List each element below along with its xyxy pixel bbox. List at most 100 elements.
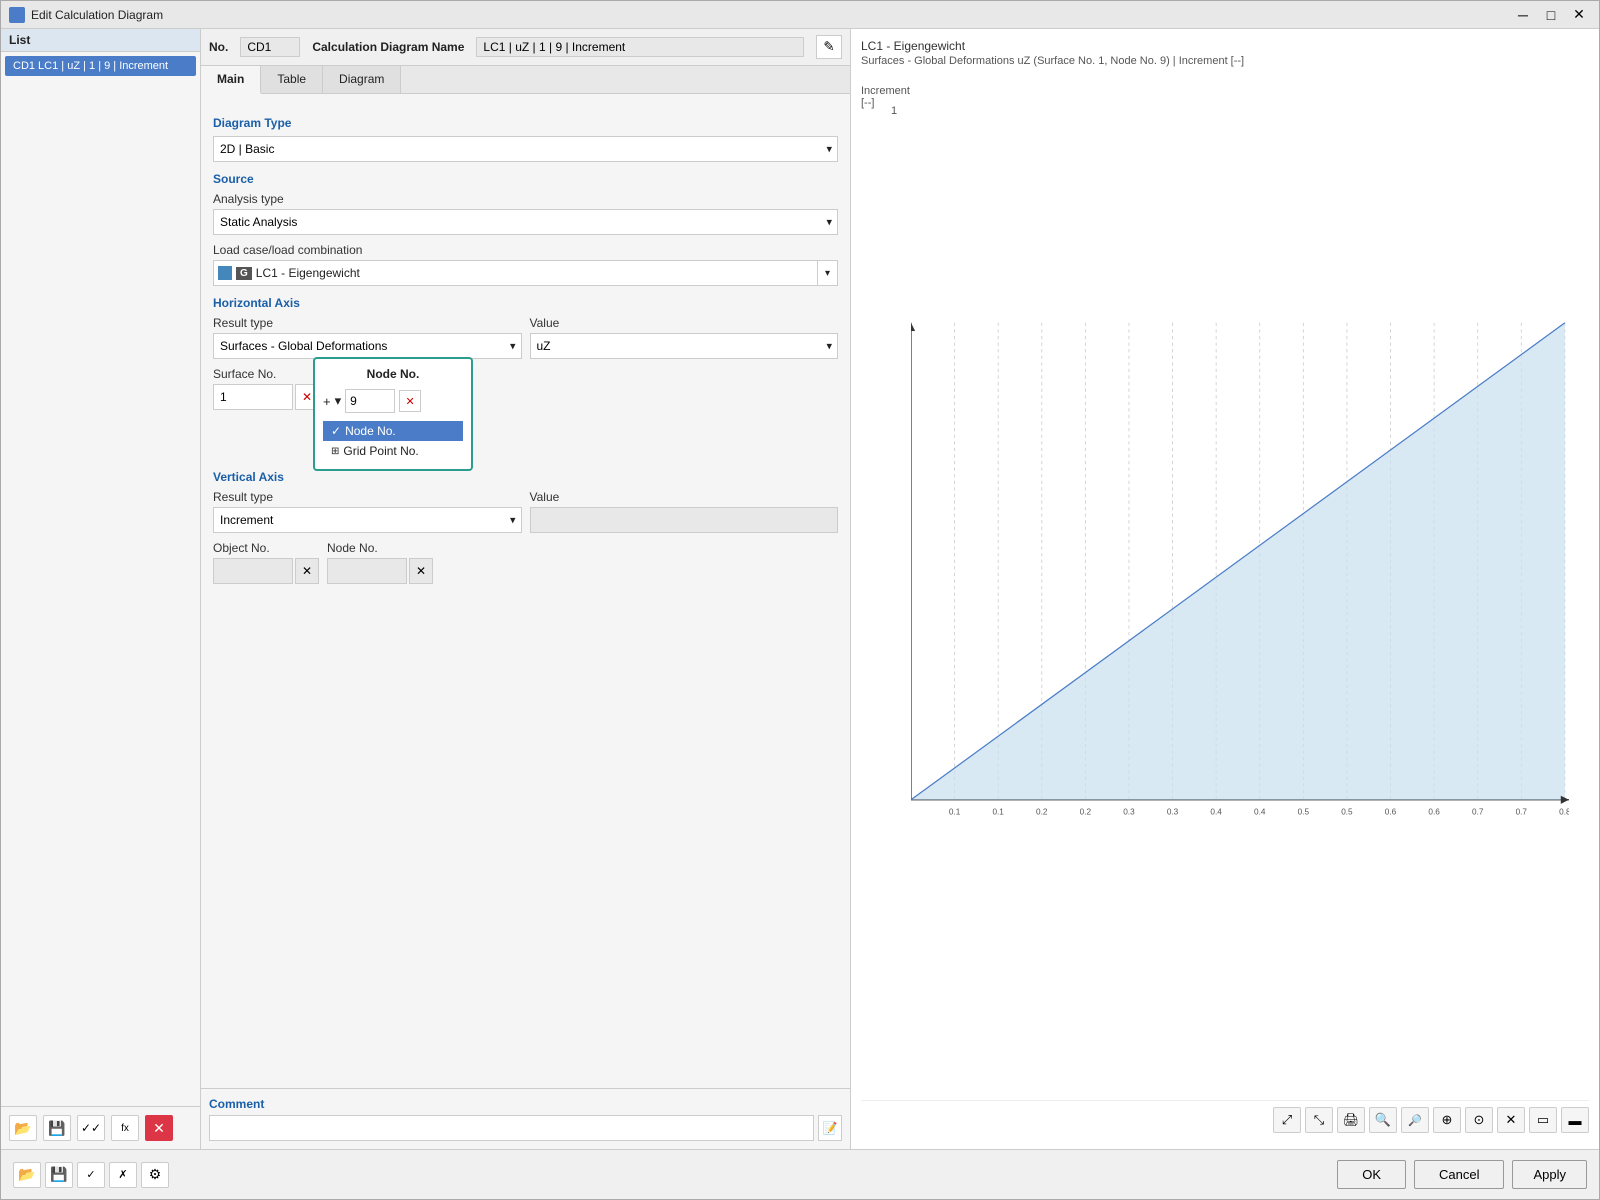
y-tick-1: 1 — [891, 105, 897, 117]
open-file-btn[interactable]: 📂 — [9, 1115, 37, 1141]
diagram-type-group: 2D | Basic 2D | Advanced 3D — [213, 136, 838, 162]
lc-combo[interactable]: G LC1 - Eigengewicht ▾ — [213, 260, 838, 286]
fit-all-btn[interactable]: ⤢ — [1273, 1107, 1301, 1133]
node-picker-btn[interactable]: ✕ — [399, 390, 421, 412]
left-panel: List CD1 LC1 | uZ | 1 | 9 | Increment 📂 … — [1, 29, 201, 1149]
name-label: Calculation Diagram Name — [312, 40, 464, 54]
vertical-axis-title: Vertical Axis — [213, 470, 838, 484]
fit-x-btn2[interactable]: ⤡ — [1305, 1107, 1333, 1133]
left-panel-toolbar: 📂 💾 ✓✓ fx ✕ — [1, 1106, 200, 1149]
result-type-select[interactable]: Surfaces - Global Deformations — [213, 333, 522, 359]
cancel-button[interactable]: Cancel — [1414, 1160, 1504, 1189]
view-1-btn[interactable]: ▭ — [1529, 1107, 1557, 1133]
chart-svg: 0.1 0.1 0.2 0.2 0.3 0.3 0.4 0.4 0.5 0.5 … — [911, 95, 1569, 1044]
svg-text:0.7: 0.7 — [1472, 808, 1484, 817]
save-file-btn[interactable]: 💾 — [43, 1115, 71, 1141]
list-item[interactable]: CD1 LC1 | uZ | 1 | 9 | Increment — [5, 56, 196, 76]
tab-main[interactable]: Main — [201, 66, 261, 94]
comment-label: Comment — [209, 1097, 842, 1111]
result-type-field: Result type Surfaces - Global Deformatio… — [213, 316, 522, 359]
clear-zoom-btn[interactable]: ✕ — [1497, 1107, 1525, 1133]
zoom-in-btn2[interactable]: 🔍 — [1369, 1107, 1397, 1133]
apply-button[interactable]: Apply — [1512, 1160, 1587, 1189]
edit-name-btn[interactable]: ✎ — [816, 35, 842, 59]
tab-diagram[interactable]: Diagram — [323, 66, 401, 93]
zoom-out-btn2[interactable]: 🔎 — [1401, 1107, 1429, 1133]
grid-icon: ⊞ — [331, 446, 339, 457]
main-window: Edit Calculation Diagram ─ □ ✕ List CD1 … — [0, 0, 1600, 1200]
object-no-input — [213, 558, 293, 584]
chart-toolbar: ⤢ ⤡ 🖨 🔍 🔎 ⊕ ⊙ ✕ ▭ ▬ — [861, 1100, 1589, 1139]
no-label: No. — [209, 40, 228, 54]
close-btn[interactable]: ✕ — [1567, 5, 1591, 25]
value-label: Value — [530, 316, 839, 330]
tab-table[interactable]: Table — [261, 66, 323, 93]
delete-btn[interactable]: ✕ — [145, 1115, 173, 1141]
chart-title-2: Surfaces - Global Deformations uZ (Surfa… — [861, 55, 1589, 67]
y-axis-label: Increment [--] — [861, 85, 910, 109]
view-2-btn[interactable]: ▬ — [1561, 1107, 1589, 1133]
node-no-input[interactable] — [345, 389, 395, 413]
bottom-settings-btn[interactable]: ⚙ — [141, 1162, 169, 1188]
print-btn[interactable]: 🖨 — [1337, 1107, 1365, 1133]
info-row: No. CD1 Calculation Diagram Name ✎ — [201, 29, 850, 66]
footer-buttons: OK Cancel Apply — [1337, 1160, 1587, 1189]
object-no-input-group: ✕ — [213, 558, 319, 584]
value-select[interactable]: uZ — [530, 333, 839, 359]
lc-color-box — [218, 266, 232, 280]
grid-point-label: Grid Point No. — [343, 444, 418, 458]
svg-text:0.3: 0.3 — [1167, 808, 1179, 817]
vertical-result-type-select[interactable]: Increment — [213, 507, 522, 533]
node-no-label: Node No. — [345, 424, 396, 438]
node-no-option[interactable]: ✓ Node No. — [323, 421, 463, 441]
main-content: List CD1 LC1 | uZ | 1 | 9 | Increment 📂 … — [1, 29, 1599, 1149]
expand-icon[interactable]: + — [323, 394, 331, 409]
surface-no-label: Surface No. — [213, 367, 319, 381]
minimize-btn[interactable]: ─ — [1511, 5, 1535, 25]
bottom-tools: 📂 💾 ✓ ✗ ⚙ — [13, 1162, 169, 1188]
lc-g-label: G — [236, 267, 252, 280]
formula-btn[interactable]: fx — [111, 1115, 139, 1141]
form-area: Diagram Type 2D | Basic 2D | Advanced 3D… — [201, 94, 850, 1088]
vertical-node-no-field: Node No. ✕ — [327, 541, 433, 584]
list-header: List — [1, 29, 200, 52]
vertical-node-no-label: Node No. — [327, 541, 433, 555]
maximize-btn[interactable]: □ — [1539, 5, 1563, 25]
surface-node-area: Surface No. ✕ Node No. + ▾ — [213, 367, 838, 410]
name-input[interactable] — [476, 37, 804, 57]
lc-group: Load case/load combination G LC1 - Eigen… — [213, 243, 838, 286]
surface-no-input-group: ✕ — [213, 384, 319, 410]
vertical-node-no-input — [327, 558, 407, 584]
vertical-result-group: Result type Increment Value — [213, 490, 838, 533]
comment-edit-btn[interactable]: 📝 — [818, 1115, 842, 1141]
zoom-area-btn2[interactable]: ⊕ — [1433, 1107, 1461, 1133]
comment-input[interactable] — [209, 1115, 814, 1141]
zoom-prev-btn[interactable]: ⊙ — [1465, 1107, 1493, 1133]
lc-dropdown-arrow[interactable]: ▾ — [817, 261, 837, 285]
grid-point-option[interactable]: ⊞ Grid Point No. — [323, 441, 463, 461]
chart-area: Increment [--] 1 — [861, 75, 1589, 1094]
surface-no-input[interactable] — [213, 384, 293, 410]
window-title: Edit Calculation Diagram — [31, 8, 1505, 22]
node-no-check: ✓ — [331, 424, 341, 438]
lc-text: LC1 - Eigengewicht — [256, 266, 360, 280]
check-btn[interactable]: ✓✓ — [77, 1115, 105, 1141]
bottom-uncheck-btn[interactable]: ✗ — [109, 1162, 137, 1188]
bottom-check-btn[interactable]: ✓ — [77, 1162, 105, 1188]
y-axis-unit: [--] — [861, 97, 874, 109]
svg-text:0.3: 0.3 — [1123, 808, 1135, 817]
bottom-save-btn[interactable]: 💾 — [45, 1162, 73, 1188]
vertical-node-picker-btn: ✕ — [409, 558, 433, 584]
ok-button[interactable]: OK — [1337, 1160, 1406, 1189]
app-icon — [9, 7, 25, 23]
svg-text:0.2: 0.2 — [1080, 808, 1092, 817]
svg-text:0.1: 0.1 — [992, 808, 1004, 817]
vertical-node-no-input-group: ✕ — [327, 558, 433, 584]
diagram-type-select[interactable]: 2D | Basic 2D | Advanced 3D — [213, 136, 838, 162]
no-input[interactable]: CD1 — [240, 37, 300, 57]
title-bar: Edit Calculation Diagram ─ □ ✕ — [1, 1, 1599, 29]
analysis-type-select[interactable]: Static Analysis — [213, 209, 838, 235]
collapse-icon[interactable]: ▾ — [335, 393, 342, 409]
bottom-open-btn[interactable]: 📂 — [13, 1162, 41, 1188]
vertical-node-row: Object No. ✕ Node No. ✕ — [213, 541, 838, 584]
